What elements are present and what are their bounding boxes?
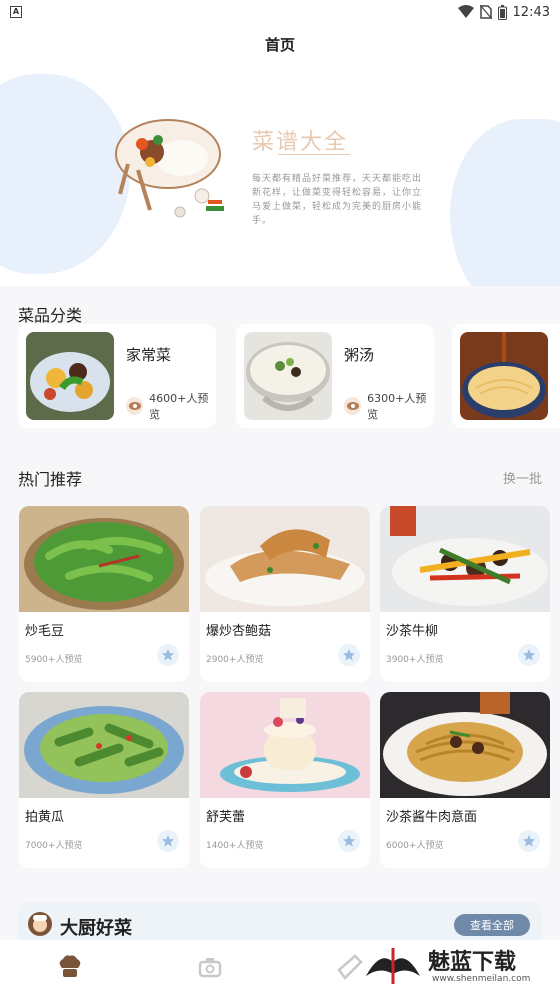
divider — [278, 154, 350, 155]
decorative-blob — [450, 119, 560, 286]
eye-icon — [126, 397, 144, 415]
eye-icon — [344, 397, 362, 415]
recipe-image — [380, 506, 550, 612]
wifi-icon — [457, 5, 474, 18]
favorite-star-icon[interactable] — [338, 644, 360, 666]
no-sim-icon — [479, 5, 492, 19]
categories-section-title: 菜品分类 — [18, 306, 83, 325]
category-name: 粥汤 — [344, 346, 375, 364]
favorite-star-icon[interactable] — [157, 830, 179, 852]
recipe-card[interactable]: 炒毛豆 5900+人预览 — [19, 506, 189, 682]
recipe-card[interactable]: 爆炒杏鲍菇 2900+人预览 — [200, 506, 370, 682]
category-name: 家常菜 — [126, 346, 172, 364]
category-image — [26, 332, 114, 420]
hot-section-title: 热门推荐 — [18, 470, 83, 489]
chef-avatar-icon — [28, 912, 52, 936]
compass-icon[interactable] — [335, 952, 365, 982]
recipe-image — [380, 692, 550, 798]
recipe-card[interactable]: 舒芙蕾 1400+人预览 — [200, 692, 370, 868]
category-image — [244, 332, 332, 420]
favorite-star-icon[interactable] — [518, 644, 540, 666]
recipe-name: 沙茶牛柳 — [386, 624, 439, 639]
watermark-brand: 魅蓝下载 — [428, 950, 517, 975]
page-title: 首页 — [264, 35, 295, 54]
recipe-name: 沙茶酱牛肉意面 — [386, 810, 478, 825]
category-views-text: 4600+人预览 — [149, 392, 209, 421]
status-bar: A 12:43 — [0, 0, 560, 24]
category-card[interactable] — [452, 324, 560, 428]
category-card[interactable]: 粥汤 6300+人预览 — [236, 324, 434, 428]
recipe-card[interactable]: 沙茶酱牛肉意面 6000+人预览 — [380, 692, 550, 868]
recipe-views: 5900+人预览 — [25, 655, 83, 665]
recipe-image — [200, 506, 370, 612]
battery-icon — [497, 4, 507, 20]
a-letter-icon: A — [10, 6, 22, 18]
recipe-views: 1400+人预览 — [206, 841, 264, 851]
recipe-name: 爆炒杏鲍菇 — [206, 624, 272, 639]
hero-banner: 菜谱大全 每天都有精品好菜推荐，天天都能吃出新花样，让做菜变得轻松容易，让你立马… — [0, 64, 560, 286]
recipe-views: 3900+人预览 — [386, 655, 444, 665]
category-views: 6300+人预览 — [344, 390, 434, 422]
refresh-button[interactable]: 换一批 — [503, 468, 542, 487]
hero-description: 每天都有精品好菜推荐，天天都能吃出新花样，让做菜变得轻松容易，让你立马爱上做菜，… — [252, 174, 423, 226]
recipe-name: 舒芙蕾 — [206, 810, 246, 825]
view-all-button[interactable]: 查看全部 — [454, 914, 530, 936]
category-views: 4600+人预览 — [126, 390, 216, 422]
curry-dish-illustration — [115, 119, 224, 218]
recipe-card[interactable]: 沙茶牛柳 3900+人预览 — [380, 506, 550, 682]
recipe-views: 2900+人预览 — [206, 655, 264, 665]
watermark-url: www.shenmeilan.com — [432, 974, 531, 984]
favorite-star-icon[interactable] — [338, 830, 360, 852]
watermark: 魅蓝下载 www.shenmeilan.com — [362, 944, 552, 990]
recipe-views: 6000+人预览 — [386, 841, 444, 851]
recipe-views: 7000+人预览 — [25, 841, 83, 851]
clock: 12:43 — [512, 4, 550, 20]
category-views-text: 6300+人预览 — [367, 392, 427, 421]
favorite-star-icon[interactable] — [157, 644, 179, 666]
hero-title: 菜谱大全 — [252, 130, 349, 155]
recipe-image — [200, 692, 370, 798]
pot-icon[interactable] — [195, 952, 225, 982]
chef-section-title: 大厨好菜 — [60, 918, 132, 939]
dragon-logo-icon — [366, 948, 420, 984]
chef-hat-icon[interactable] — [55, 952, 85, 982]
favorite-star-icon[interactable] — [518, 830, 540, 852]
recipe-name: 拍黄瓜 — [25, 810, 65, 825]
recipe-name: 炒毛豆 — [25, 624, 65, 639]
recipe-image — [19, 506, 189, 612]
recipe-card[interactable]: 拍黄瓜 7000+人预览 — [19, 692, 189, 868]
category-card[interactable]: 家常菜 4600+人预览 — [18, 324, 216, 428]
category-image — [460, 332, 548, 420]
recipe-image — [19, 692, 189, 798]
top-app-bar: 首页 — [0, 24, 560, 64]
